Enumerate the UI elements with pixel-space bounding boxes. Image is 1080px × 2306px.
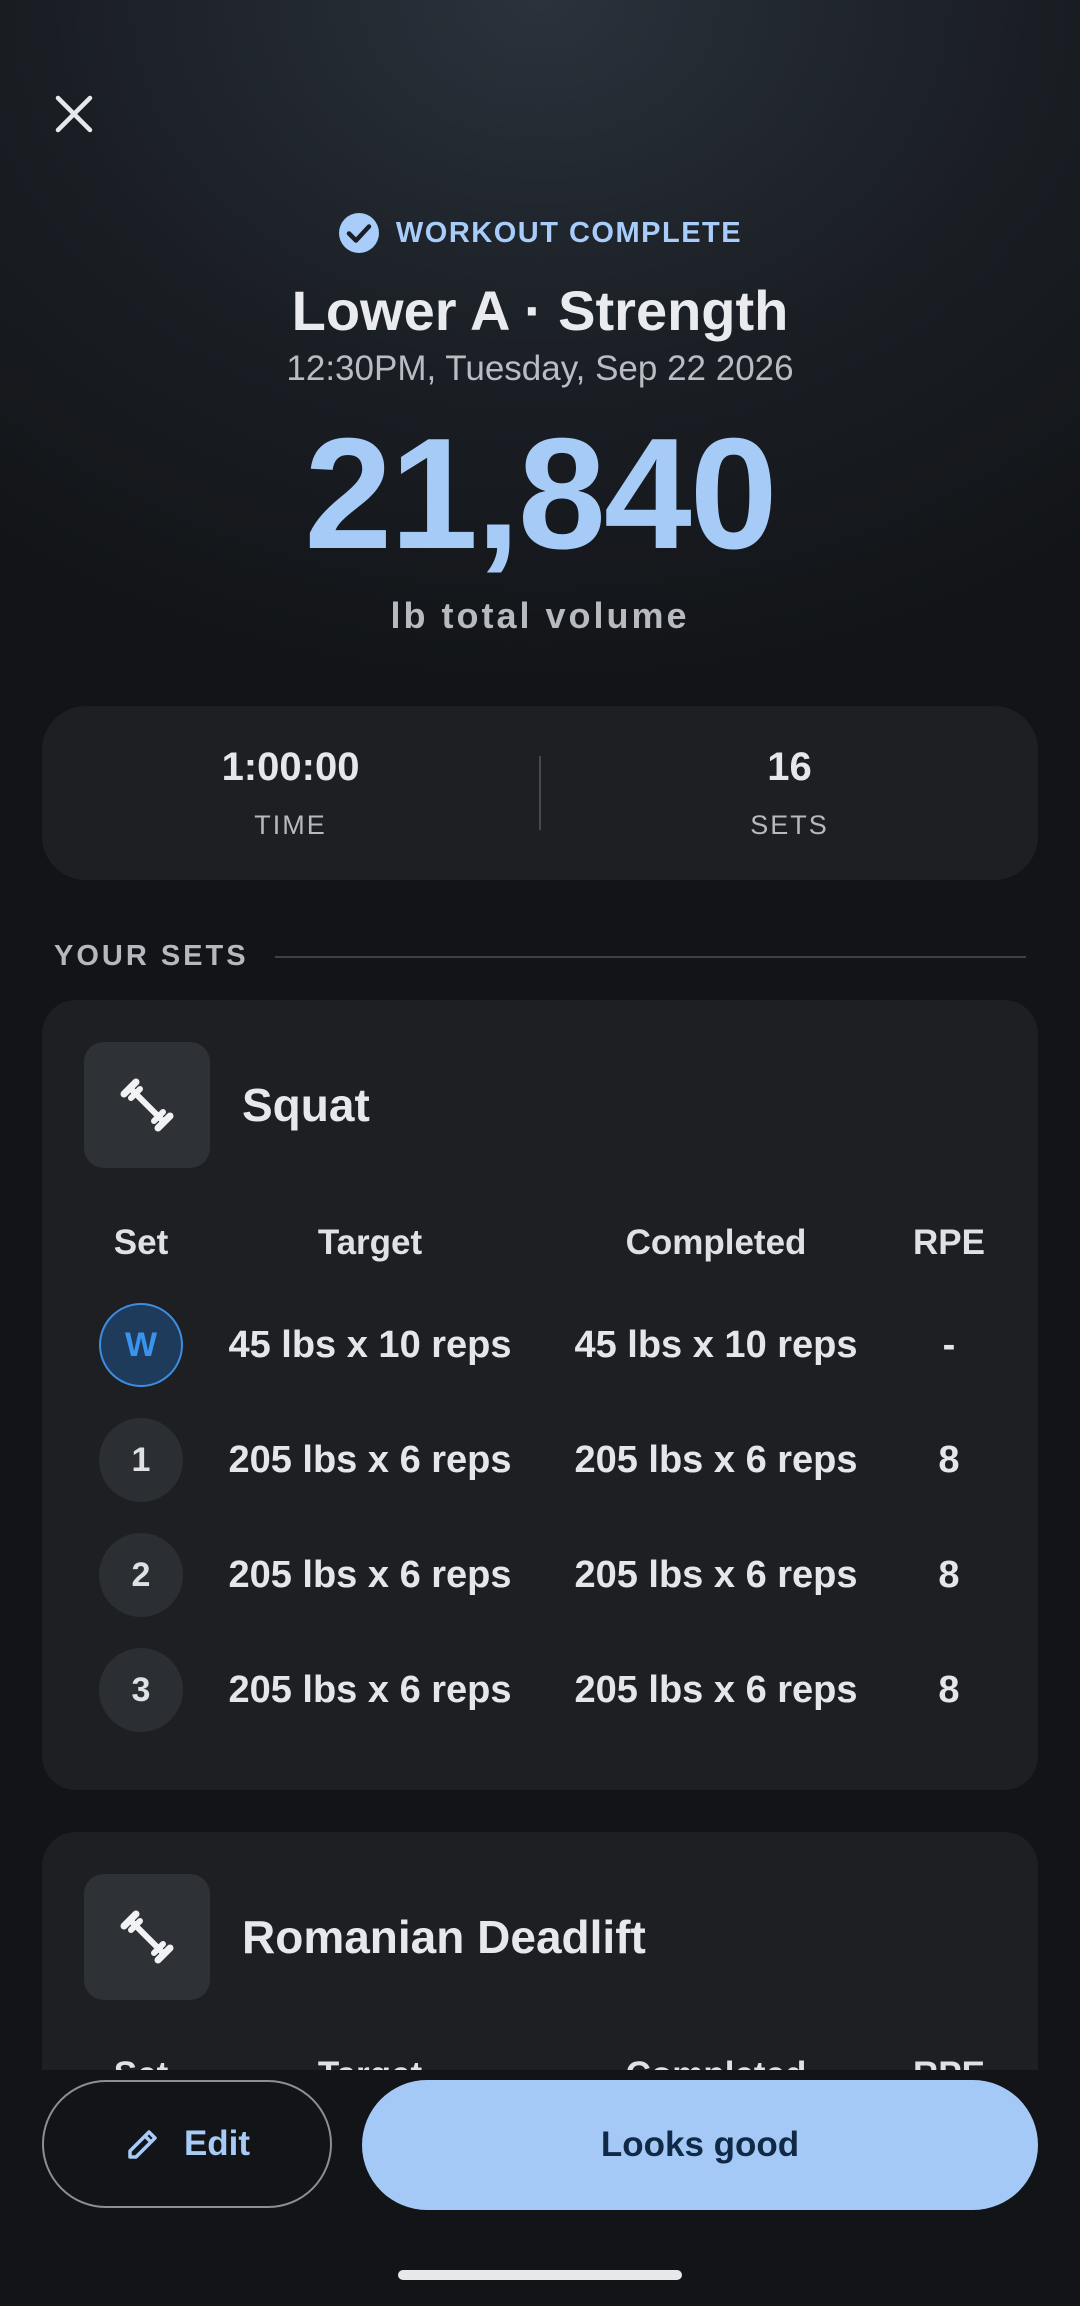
exercise-icon-tile [84,1042,210,1168]
barbell-icon [120,1910,174,1964]
edit-button[interactable]: Edit [42,2080,332,2208]
column-set: Set [113,1223,169,1262]
exercise-name: Romanian Deadlift [242,1911,646,1963]
exercise-header: Romanian Deadlift [84,1874,1038,2000]
exercise-header: Squat [84,1042,1038,1168]
set-row-2[interactable]: 2 205 lbs x 6 reps 205 lbs x 6 reps 8 [42,1530,1038,1620]
close-icon[interactable] [48,88,100,140]
set-target: 205 lbs x 6 reps [228,1668,512,1711]
stat-time: 1:00:00 TIME [42,745,539,841]
set-number-badge: 1 [99,1418,183,1502]
set-completed: 205 lbs x 6 reps [574,1438,858,1481]
set-rpe: 8 [938,1553,960,1596]
looks-good-button[interactable]: Looks good [362,2080,1038,2210]
set-completed: 205 lbs x 6 reps [574,1668,858,1711]
total-volume-label: lb total volume [390,595,690,636]
set-row-3[interactable]: 3 205 lbs x 6 reps 205 lbs x 6 reps 8 [42,1645,1038,1735]
workout-title: Lower A · Strength [291,279,789,342]
set-target: 205 lbs x 6 reps [228,1553,512,1596]
set-rpe: 8 [938,1438,960,1481]
section-divider [274,955,1026,958]
column-completed: Completed [625,1223,807,1262]
column-target: Target [317,1223,423,1262]
barbell-icon [120,1078,174,1132]
set-completed: 205 lbs x 6 reps [574,1553,858,1596]
set-target: 45 lbs x 10 reps [228,1323,512,1366]
set-rpe: 8 [938,1668,960,1711]
stat-time-label: TIME [254,810,327,840]
warmup-set-badge: W [99,1303,183,1387]
sets-table-header: Set Target Completed RPE [42,1218,1038,1268]
stat-time-value: 1:00:00 [221,745,360,789]
total-volume-value: 21,840 [304,406,777,582]
exercise-name: Squat [242,1079,370,1131]
stat-sets: 16 SETS [541,745,1038,841]
set-row-1[interactable]: 1 205 lbs x 6 reps 205 lbs x 6 reps 8 [42,1415,1038,1505]
set-rpe: - [942,1323,956,1366]
column-rpe: RPE [913,1223,985,1262]
pencil-icon [128,2130,157,2159]
exercise-card-squat: Squat Set Target Completed RPE W 45 lbs … [42,1000,1038,1790]
set-number-badge: 3 [99,1648,183,1732]
your-sets-header: YOUR SETS [54,940,1026,973]
exercise-icon-tile [84,1874,210,2000]
stat-sets-label: SETS [750,810,829,840]
check-circle-icon [338,213,379,253]
home-indicator[interactable] [398,2270,682,2280]
set-completed: 45 lbs x 10 reps [574,1323,858,1366]
set-target: 205 lbs x 6 reps [228,1438,512,1481]
workout-status: WORKOUT COMPLETE [0,200,1080,266]
section-label: YOUR SETS [54,940,249,972]
stats-card: 1:00:00 TIME 16 SETS [42,706,1038,880]
looks-good-button-label: Looks good [600,2125,800,2164]
summary-header: WORKOUT COMPLETE Lower A · Strength 12:3… [0,200,1080,637]
set-row-warmup[interactable]: W 45 lbs x 10 reps 45 lbs x 10 reps - [42,1300,1038,1390]
edit-button-label: Edit [183,2124,251,2163]
workout-status-label: WORKOUT COMPLETE [395,216,743,249]
set-number-badge: 2 [99,1533,183,1617]
stat-sets-value: 16 [767,745,812,789]
workout-date: 12:30PM, Tuesday, Sep 22 2026 [286,349,794,388]
